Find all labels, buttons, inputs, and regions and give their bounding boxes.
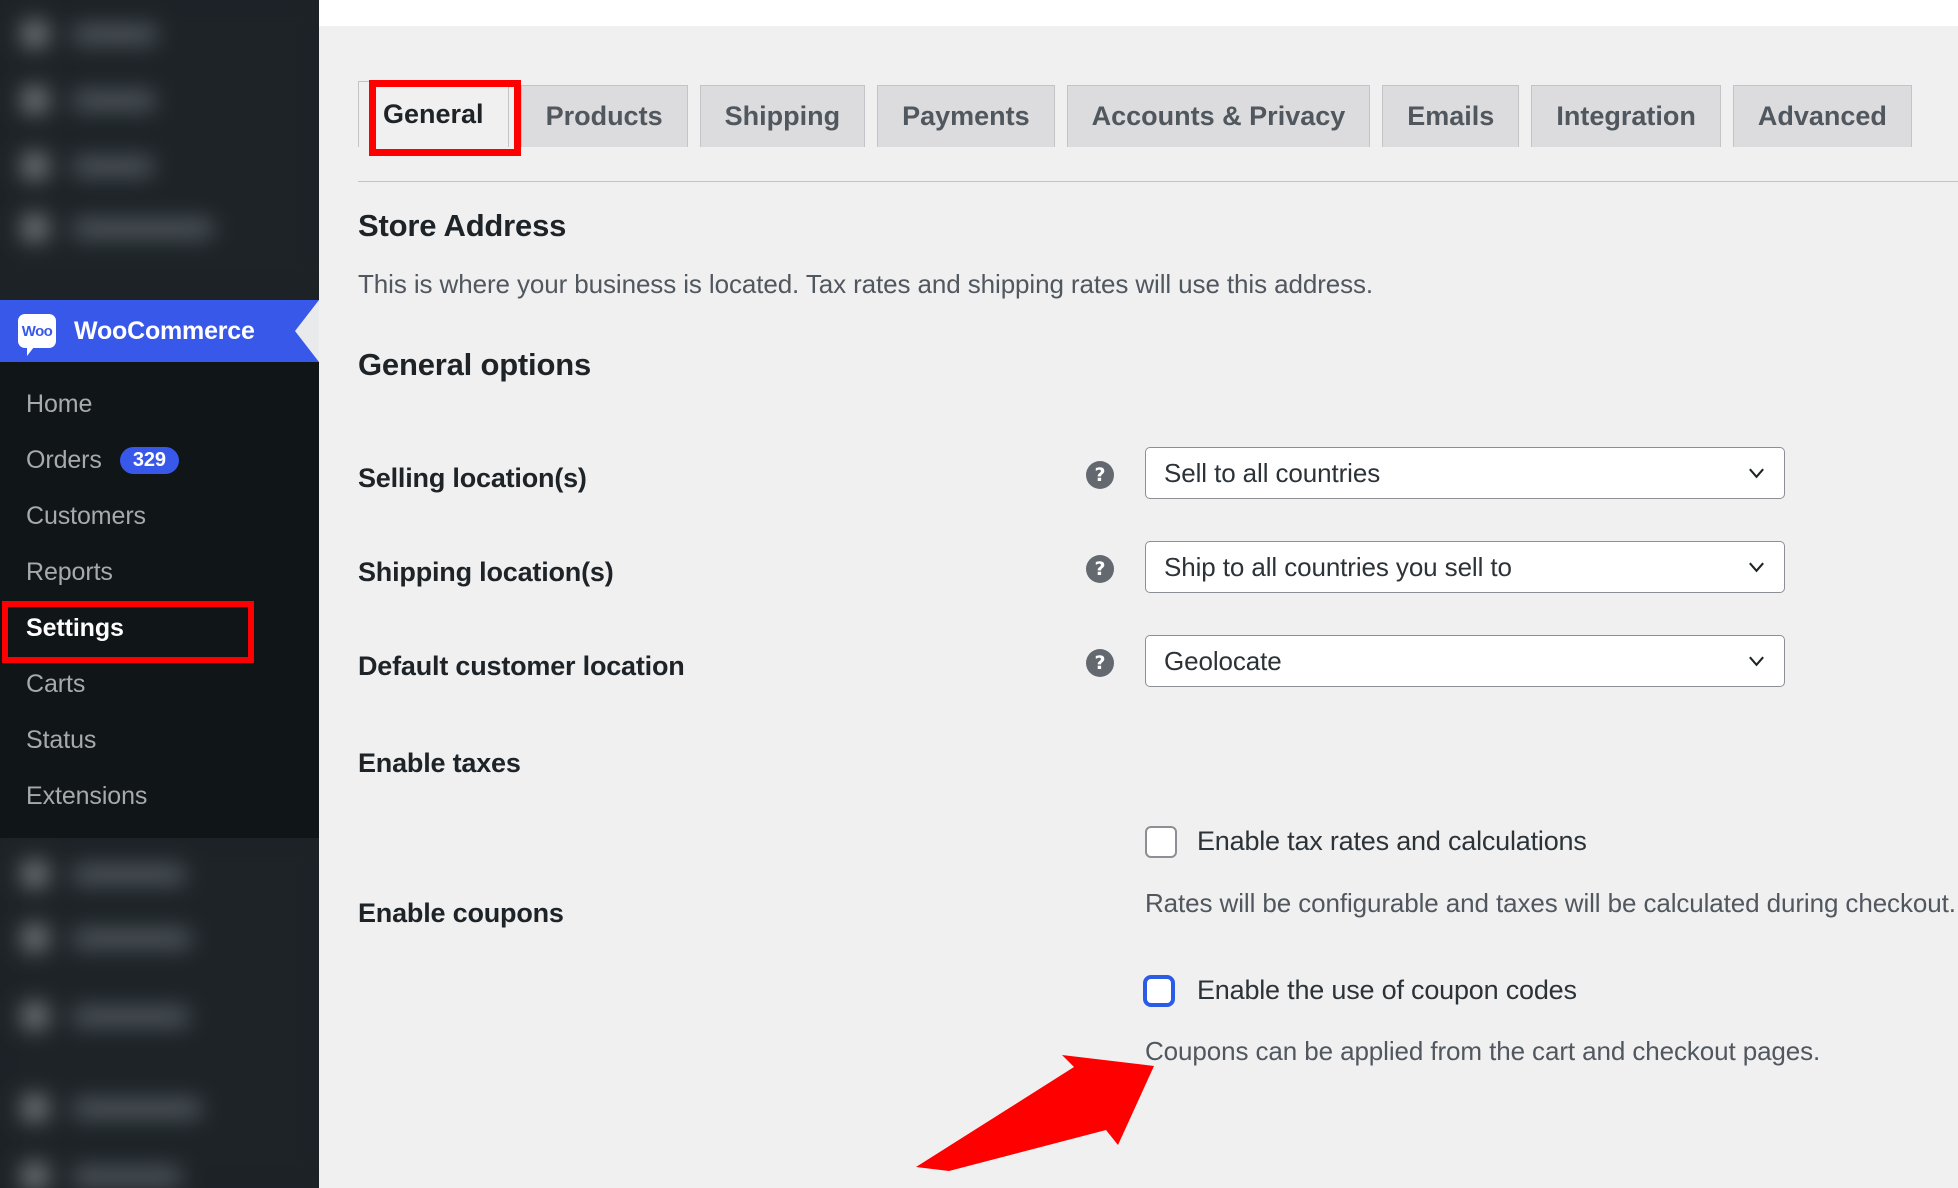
selling-locations-select[interactable]: Sell to all countries (1145, 447, 1785, 499)
default-customer-location-label: Default customer location (358, 651, 685, 681)
selling-locations-label: Selling location(s) (358, 463, 587, 493)
enable-coupons-description: Coupons can be applied from the cart and… (1145, 1036, 1821, 1066)
tab-general[interactable]: General (358, 81, 509, 147)
sidebar-item-customers[interactable]: Customers (0, 488, 319, 544)
sidebar-item-label: Home (26, 389, 93, 418)
enable-coupons-checkbox-label: Enable the use of coupon codes (1197, 975, 1577, 1005)
sidebar-blurred-bottom-items (0, 840, 319, 1188)
orders-count-badge: 329 (119, 446, 179, 474)
enable-coupons-checkbox[interactable] (1143, 975, 1175, 1007)
sidebar-blurred-top-items (0, 0, 319, 292)
tab-emails[interactable]: Emails (1382, 85, 1520, 147)
sidebar-item-status[interactable]: Status (0, 712, 319, 768)
blurred-label (72, 1006, 190, 1026)
sidebar-item-orders[interactable]: Orders 329 (0, 432, 319, 488)
sidebar-submenu: Home Orders 329 Customers Reports Settin… (0, 362, 319, 838)
store-address-title: Store Address (358, 208, 567, 243)
sidebar-item-carts[interactable]: Carts (0, 656, 319, 712)
blurred-label (72, 928, 192, 948)
settings-tabs: General Products Shipping Payments Accou… (358, 81, 1924, 147)
admin-sidebar: Woo WooCommerce Home Orders 329 Customer… (0, 0, 319, 1188)
tab-label: Emails (1407, 101, 1495, 131)
blurred-label (72, 218, 214, 238)
sidebar-item-label: Customers (26, 501, 146, 530)
blurred-icon (22, 153, 48, 179)
tab-label: Advanced (1757, 101, 1887, 131)
tab-label: General (383, 99, 484, 129)
chevron-down-icon (1747, 464, 1766, 483)
sidebar-item-label: Carts (26, 669, 86, 698)
tab-label: Integration (1556, 101, 1696, 131)
general-options-title: General options (358, 347, 591, 382)
enable-taxes-description: Rates will be configurable and taxes wil… (1145, 888, 1956, 918)
sidebar-item-label: Settings (26, 613, 124, 642)
sidebar-item-reports[interactable]: Reports (0, 544, 319, 600)
blurred-icon (22, 1163, 48, 1188)
blurred-icon (22, 861, 48, 887)
enable-taxes-checkbox[interactable] (1145, 826, 1177, 858)
blurred-label (72, 156, 154, 176)
sidebar-item-label: Extensions (26, 781, 148, 810)
sidebar-item-woocommerce[interactable]: Woo WooCommerce (0, 300, 319, 362)
question-mark-icon[interactable]: ? (1086, 555, 1114, 583)
shipping-locations-value: Ship to all countries you sell to (1164, 551, 1512, 582)
blurred-label (72, 1098, 202, 1118)
tab-label: Products (545, 101, 663, 131)
blurred-label (72, 24, 158, 44)
sidebar-item-label: Reports (26, 557, 113, 586)
blurred-label (72, 90, 156, 110)
default-customer-location-select[interactable]: Geolocate (1145, 635, 1785, 687)
question-mark-icon[interactable]: ? (1086, 649, 1114, 677)
enable-taxes-label: Enable taxes (358, 748, 521, 778)
tab-shipping[interactable]: Shipping (699, 85, 866, 147)
tab-integration[interactable]: Integration (1531, 85, 1721, 147)
red-annotation-arrow (916, 1055, 1154, 1171)
tab-payments[interactable]: Payments (877, 85, 1055, 147)
blurred-icon (22, 21, 48, 47)
blurred-icon (22, 87, 48, 113)
shipping-locations-label: Shipping location(s) (358, 557, 614, 587)
settings-main-panel: General Products Shipping Payments Accou… (319, 26, 1958, 1188)
tab-accounts-privacy[interactable]: Accounts & Privacy (1066, 85, 1371, 147)
tab-advanced[interactable]: Advanced (1732, 85, 1912, 147)
tab-label: Payments (902, 101, 1030, 131)
enable-taxes-checkbox-label: Enable tax rates and calculations (1197, 826, 1587, 856)
tab-label: Shipping (724, 101, 841, 131)
woocommerce-settings-screen: Woo WooCommerce Home Orders 329 Customer… (0, 0, 1958, 1188)
default-customer-location-value: Geolocate (1164, 645, 1282, 676)
woocommerce-logo-icon: Woo (18, 314, 56, 356)
chevron-down-icon (1747, 558, 1766, 577)
tabs-underline (358, 181, 1958, 182)
sidebar-item-label: Orders (26, 445, 102, 474)
blurred-icon (22, 1095, 48, 1121)
chevron-down-icon (1747, 652, 1766, 671)
store-address-description: This is where your business is located. … (358, 269, 1374, 299)
tab-products[interactable]: Products (520, 85, 688, 147)
selling-locations-value: Sell to all countries (1164, 457, 1381, 488)
sidebar-item-extensions[interactable]: Extensions (0, 768, 319, 824)
blurred-icon (22, 215, 48, 241)
blurred-icon (22, 925, 48, 951)
shipping-locations-select[interactable]: Ship to all countries you sell to (1145, 541, 1785, 593)
woo-logo-text: Woo (21, 322, 53, 340)
blurred-label (72, 1166, 182, 1186)
sidebar-active-caret-icon (295, 300, 319, 362)
sidebar-item-label: Status (26, 725, 97, 754)
sidebar-item-settings[interactable]: Settings (0, 600, 319, 656)
top-white-strip (319, 0, 1958, 26)
blurred-icon (22, 1003, 48, 1029)
sidebar-item-home[interactable]: Home (0, 376, 319, 432)
woocommerce-brand-label: WooCommerce (74, 316, 255, 345)
tab-label: Accounts & Privacy (1091, 101, 1346, 131)
question-mark-icon[interactable]: ? (1086, 461, 1114, 489)
enable-coupons-label: Enable coupons (358, 898, 564, 928)
blurred-label (72, 864, 186, 884)
